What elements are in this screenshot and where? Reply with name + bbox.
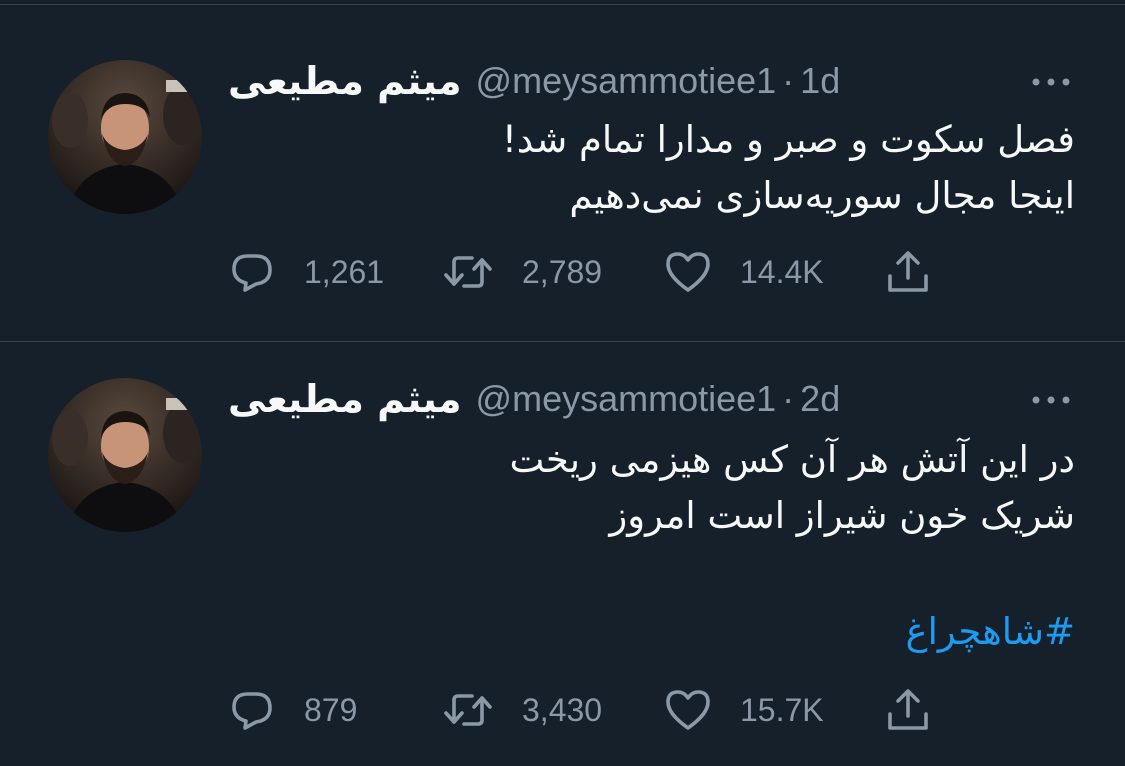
tweet-timestamp[interactable]: 1d (800, 60, 840, 102)
display-name[interactable]: میثم مطیعی (228, 59, 462, 103)
top-divider (0, 4, 1125, 5)
more-options-button[interactable] (1028, 70, 1074, 94)
tweet-header: میثم مطیعی @meysammotiee1 · 1d (228, 56, 840, 106)
tweet-text: فصل سکوت و صبر و مدارا تمام شد! اینجا مج… (501, 118, 1075, 217)
more-options-button[interactable] (1028, 388, 1074, 412)
more-dots-icon (1032, 396, 1070, 404)
tweet-1[interactable]: میثم مطیعی @meysammotiee1 · 1d فصل سکوت … (0, 56, 1125, 341)
retweet-arrows-icon (442, 686, 494, 734)
hashtag-link[interactable]: #شاهچراغ (906, 610, 1075, 653)
user-handle[interactable]: @meysammotiee1 (476, 60, 777, 102)
tweet-header: میثم مطیعی @meysammotiee1 · 2d (228, 374, 840, 424)
avatar[interactable] (48, 60, 202, 214)
like-button[interactable]: 15.7K (664, 686, 824, 734)
like-button[interactable]: 14.4K (664, 248, 824, 296)
share-upload-icon (884, 686, 932, 734)
tweet-text: در این آتش هر آن کس هیزمی ریخت شریک خون … (509, 438, 1075, 537)
display-name[interactable]: میثم مطیعی (228, 377, 462, 421)
share-button[interactable] (884, 686, 932, 734)
share-upload-icon (884, 248, 932, 296)
avatar-photo (48, 60, 202, 214)
timeline-feed: میثم مطیعی @meysammotiee1 · 1d فصل سکوت … (0, 0, 1125, 766)
tweet-2[interactable]: میثم مطیعی @meysammotiee1 · 2d در این آت… (0, 374, 1125, 766)
user-handle[interactable]: @meysammotiee1 (476, 378, 777, 420)
tweet-timestamp[interactable]: 2d (800, 378, 840, 420)
avatar[interactable] (48, 378, 202, 532)
retweet-button[interactable]: 2,789 (442, 248, 602, 296)
share-button[interactable] (884, 248, 932, 296)
heart-outline-icon (664, 686, 712, 734)
reply-button[interactable]: 1,261 (228, 248, 384, 296)
reply-count: 879 (304, 691, 358, 728)
tweet-divider (0, 341, 1125, 342)
like-count: 14.4K (740, 253, 824, 290)
avatar-photo (48, 378, 202, 532)
tweet-actions: 879 3,430 15.7K (228, 686, 948, 734)
retweet-button[interactable]: 3,430 (442, 686, 602, 734)
separator-dot: · (782, 60, 795, 101)
tweet-actions: 1,261 2,789 14.4K (228, 248, 948, 296)
heart-outline-icon (664, 248, 712, 296)
separator-dot: · (782, 378, 795, 419)
like-count: 15.7K (740, 691, 824, 728)
retweet-arrows-icon (442, 248, 494, 296)
more-dots-icon (1032, 78, 1070, 86)
speech-bubble-icon (228, 686, 276, 734)
reply-button[interactable]: 879 (228, 686, 357, 734)
retweet-count: 2,789 (522, 253, 603, 290)
retweet-count: 3,430 (522, 691, 603, 728)
speech-bubble-icon (228, 248, 276, 296)
reply-count: 1,261 (304, 253, 385, 290)
